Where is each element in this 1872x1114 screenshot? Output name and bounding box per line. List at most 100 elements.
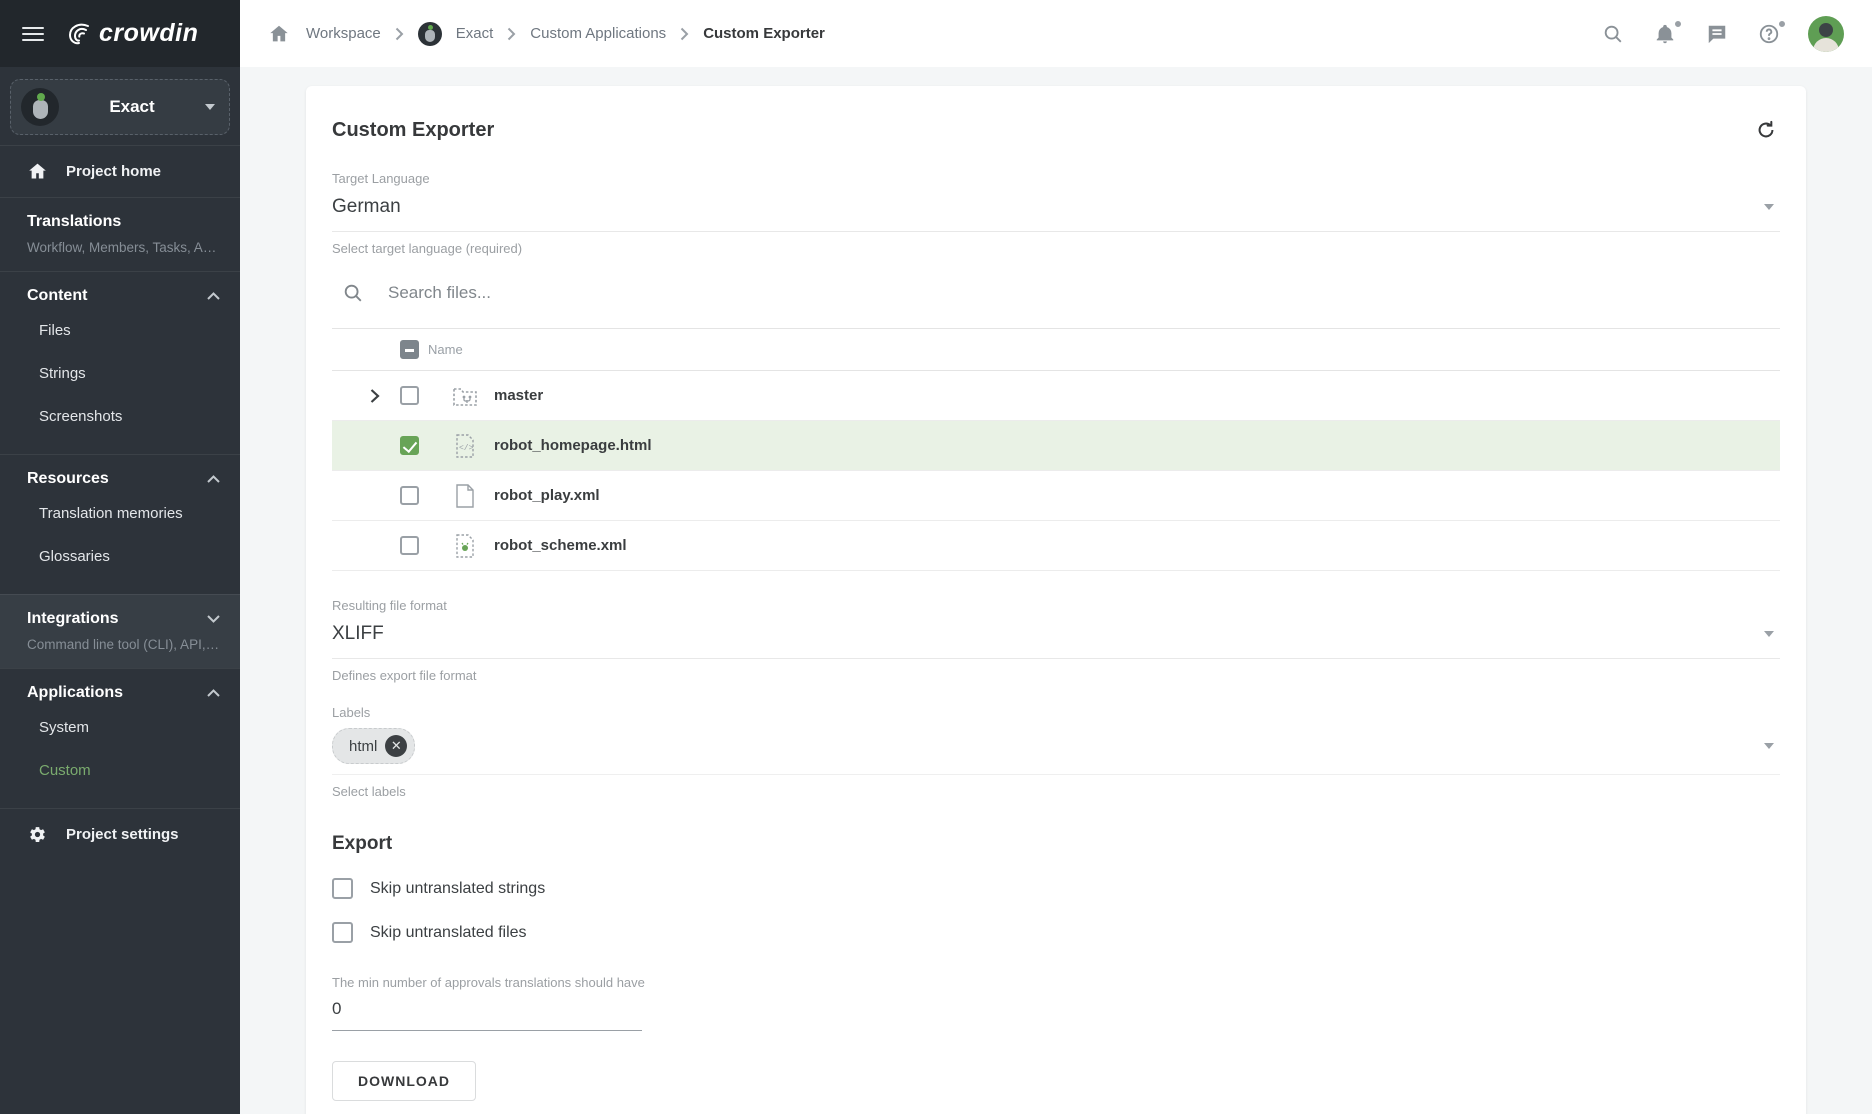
chevron-down-icon <box>1764 631 1774 637</box>
project-avatar <box>21 88 59 126</box>
sidebar-section-applications: Applications System Custom <box>0 668 240 808</box>
notification-badge <box>1673 19 1683 29</box>
crowdin-logo-icon <box>64 20 92 48</box>
target-language-field: Target Language German Select target lan… <box>332 171 1780 256</box>
home-icon[interactable] <box>266 21 292 47</box>
expand-chevron-icon[interactable] <box>370 388 380 404</box>
labels-field: Labels html ✕ Select labels <box>332 705 1780 799</box>
section-title: Integrations <box>27 610 119 628</box>
select-all-checkbox[interactable] <box>400 340 419 359</box>
field-helper: Defines export file format <box>332 668 1780 683</box>
sidebar-item-strings[interactable]: Strings <box>27 352 220 395</box>
row-checkbox[interactable] <box>400 486 419 505</box>
search-icon <box>342 282 364 304</box>
top-icons <box>1600 16 1844 52</box>
user-avatar[interactable] <box>1808 16 1844 52</box>
sidebar-item-label: Project settings <box>66 826 179 843</box>
breadcrumb: Workspace Exact Custom Applications Cust… <box>266 21 825 47</box>
breadcrumb-project[interactable]: Exact <box>456 25 494 42</box>
field-label: The min number of approvals translations… <box>332 975 1780 990</box>
notifications-bell-icon[interactable] <box>1652 21 1678 47</box>
svg-text:</>: </> <box>459 444 474 453</box>
field-label: Resulting file format <box>332 598 1780 613</box>
table-row-robot-play[interactable]: robot_play.xml <box>332 471 1780 521</box>
section-header-applications[interactable]: Applications <box>27 684 220 702</box>
sidebar-item-project-settings[interactable]: Project settings <box>0 808 240 860</box>
row-checkbox[interactable] <box>400 536 419 555</box>
close-icon[interactable]: ✕ <box>385 735 407 757</box>
sidebar-item-custom[interactable]: Custom <box>27 749 220 792</box>
sidebar-item-glossaries[interactable]: Glossaries <box>27 535 220 578</box>
gear-icon <box>27 824 48 845</box>
download-button[interactable]: DOWNLOAD <box>332 1061 476 1101</box>
sidebar-item-translation-memories[interactable]: Translation memories <box>27 492 220 535</box>
field-label: Labels <box>332 705 1780 720</box>
table-row-master[interactable]: master <box>332 371 1780 421</box>
file-name: master <box>494 387 543 404</box>
min-approvals-input[interactable]: 0 <box>332 999 642 1031</box>
sidebar-item-system[interactable]: System <box>27 706 220 749</box>
table-row-robot-homepage[interactable]: </> robot_homepage.html <box>332 421 1780 471</box>
row-checkbox-checked[interactable] <box>400 436 419 455</box>
file-search-input[interactable]: Search files... <box>332 282 1780 304</box>
row-checkbox[interactable] <box>400 386 419 405</box>
min-approvals-field: The min number of approvals translations… <box>332 975 1780 1031</box>
chevron-right-icon <box>680 27 689 41</box>
field-label: Target Language <box>332 171 1780 186</box>
sidebar-item-files[interactable]: Files <box>27 309 220 352</box>
file-name: robot_play.xml <box>494 487 600 504</box>
chevron-up-icon <box>207 689 220 697</box>
messages-icon[interactable] <box>1704 21 1730 47</box>
chevron-up-icon <box>207 475 220 483</box>
labels-select[interactable]: html ✕ <box>332 720 1780 775</box>
chevron-down-icon <box>1764 204 1774 210</box>
project-selector[interactable]: Exact <box>10 79 230 135</box>
top-bar: crowdin Workspace Exact Custom Applicati… <box>0 0 1872 67</box>
sidebar-item-screenshots[interactable]: Screenshots <box>27 395 220 438</box>
chevron-right-icon <box>507 27 516 41</box>
sidebar-section-translations[interactable]: Translations Workflow, Members, Tasks, A… <box>0 197 240 271</box>
home-icon <box>27 161 48 182</box>
selected-value: XLIFF <box>332 623 384 645</box>
sidebar-section-resources: Resources Translation memories Glossarie… <box>0 454 240 594</box>
custom-exporter-card: Custom Exporter Target Language German S… <box>306 86 1806 1114</box>
checkbox-label: Skip untranslated files <box>370 924 527 942</box>
sidebar-section-integrations[interactable]: Integrations Command line tool (CLI), AP… <box>0 594 240 668</box>
chevron-down-icon <box>207 615 220 623</box>
section-header-resources[interactable]: Resources <box>27 470 220 488</box>
file-table: Name <box>332 328 1780 571</box>
chevron-down-icon <box>1764 743 1774 749</box>
target-language-select[interactable]: German <box>332 186 1780 232</box>
file-table-header: Name <box>332 328 1780 371</box>
table-row-robot-scheme[interactable]: robot_scheme.xml <box>332 521 1780 571</box>
crowdin-wordmark: crowdin <box>99 19 198 48</box>
branch-folder-icon <box>452 385 478 407</box>
file-format-select[interactable]: XLIFF <box>332 613 1780 659</box>
crowdin-logo[interactable]: crowdin <box>64 19 198 48</box>
section-header-content[interactable]: Content <box>27 287 220 305</box>
chevron-up-icon <box>207 292 220 300</box>
skip-untranslated-files-checkbox[interactable]: Skip untranslated files <box>332 922 1780 943</box>
help-icon[interactable] <box>1756 21 1782 47</box>
breadcrumb-current: Custom Exporter <box>703 25 825 42</box>
field-helper: Select labels <box>332 784 1780 799</box>
section-title: Translations <box>27 213 121 231</box>
sidebar: Exact Project home Translations Workflow… <box>0 67 240 1114</box>
file-icon <box>454 483 476 509</box>
breadcrumb-custom-applications[interactable]: Custom Applications <box>530 25 666 42</box>
hamburger-menu-icon[interactable] <box>22 27 44 41</box>
refresh-icon[interactable] <box>1752 116 1780 144</box>
logo-area: crowdin <box>0 0 240 67</box>
export-section-title: Export <box>332 833 1780 855</box>
search-icon[interactable] <box>1600 21 1626 47</box>
checkbox[interactable] <box>332 878 353 899</box>
label-chip[interactable]: html ✕ <box>332 728 415 764</box>
checkbox[interactable] <box>332 922 353 943</box>
file-name: robot_scheme.xml <box>494 537 627 554</box>
skip-untranslated-strings-checkbox[interactable]: Skip untranslated strings <box>332 878 1780 899</box>
selected-value: German <box>332 196 401 218</box>
sidebar-item-project-home[interactable]: Project home <box>0 145 240 197</box>
file-format-field: Resulting file format XLIFF Defines expo… <box>332 598 1780 683</box>
field-helper: Select target language (required) <box>332 241 1780 256</box>
breadcrumb-workspace[interactable]: Workspace <box>306 25 381 42</box>
